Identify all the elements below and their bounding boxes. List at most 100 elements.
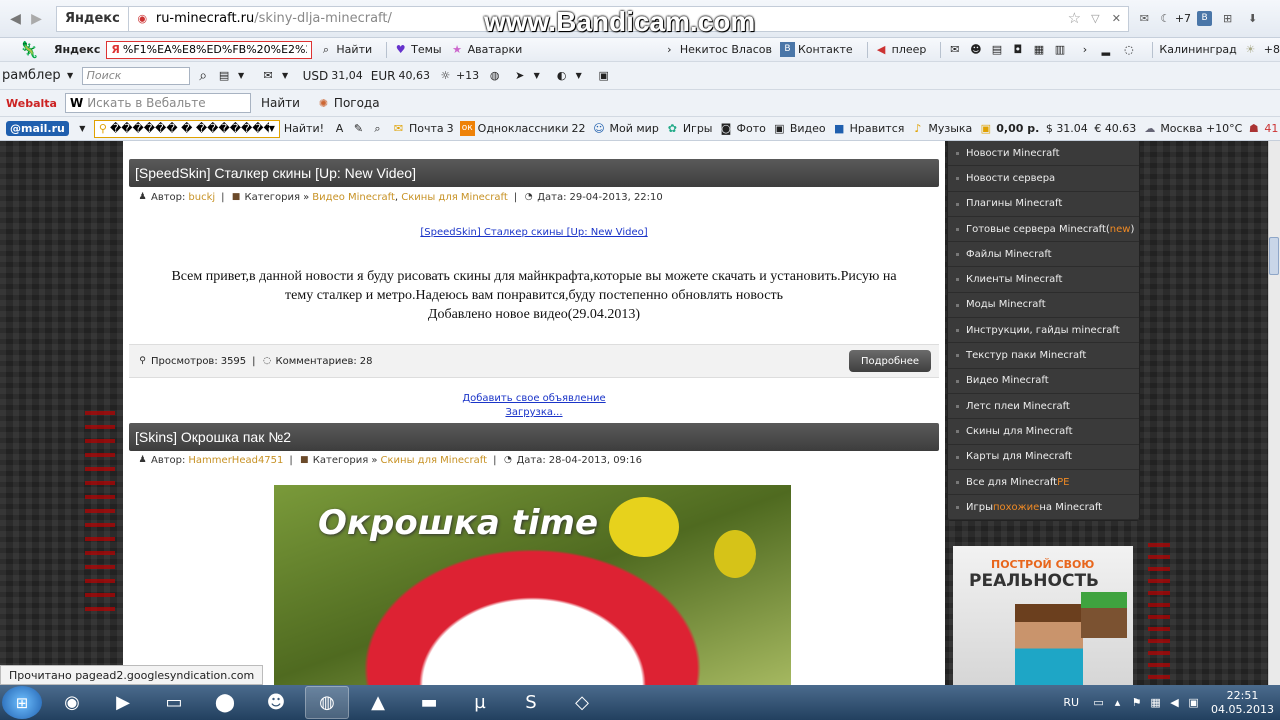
okroshka-image[interactable]: Окрошка time [274,485,791,685]
category-link[interactable]: Скины для Minecraft [381,455,488,466]
mailru-brand[interactable]: @mail.ru [6,121,69,136]
avatars-button[interactable]: ★ Аватарки [450,42,522,57]
games-button[interactable]: ✿ Игры [665,121,713,136]
sidebar-menu-item[interactable]: Видео Minecraft [948,369,1139,394]
bookmark-star-icon[interactable]: ☆ [1067,11,1082,26]
sidebar-menu-item[interactable]: Игры похожие на Minecraft [948,495,1139,521]
eur-rate[interactable]: EUR 40,63 [371,69,430,83]
yandex-search-input[interactable]: Я %F1%EA%E8%ED%FB%20%E2%20% [106,40,313,59]
folder-icon[interactable]: ▭ [152,686,196,719]
usd-rate[interactable]: $31.04 [1045,121,1088,136]
zoom-icon[interactable]: ⌕ [370,121,385,136]
book-icon[interactable]: ▤ [989,42,1004,57]
search-icon[interactable]: ⌕ [196,68,211,83]
download-icon[interactable]: ⬇ [1245,11,1260,26]
sidebar-menu-item[interactable]: Новости Minecraft [948,141,1139,167]
firefox-icon[interactable]: ◍ [305,686,349,719]
sidebar-menu-item[interactable]: Все для Minecraft PE [948,470,1139,496]
page-scrollbar[interactable] [1268,141,1280,685]
clock[interactable]: 22:51 04.05.2013 [1211,689,1274,717]
forward-icon[interactable]: ▶ [29,11,44,26]
sidebar-menu-item[interactable]: Готовые сервера Minecraft(new) [948,217,1139,243]
add-ad-link[interactable]: Добавить свое объявление [462,393,605,404]
webalta-search-input[interactable]: W Искать в Вебальте [64,93,251,113]
sidebar-menu-item[interactable]: Скины для Minecraft [948,419,1139,445]
network-icon[interactable]: ▦ [1148,695,1163,710]
sidebar-menu-item[interactable]: Инструкции, гайды minecraft [948,318,1139,344]
chevron-down-icon[interactable]: ▼ [571,68,586,83]
send-icon[interactable]: ➤ [512,68,527,83]
sidebar-menu-item[interactable]: Файлы Minecraft [948,242,1139,268]
start-button[interactable]: ⊞ [2,686,42,719]
bookmarks-icon[interactable]: ⊞ [1220,11,1235,26]
monitor-icon[interactable]: ▣ [1186,695,1201,710]
chrome-icon[interactable]: ◉ [50,686,94,719]
language-indicator[interactable]: RU [1063,696,1079,709]
console-app-icon[interactable]: ▬ [407,686,451,719]
yandex-logo[interactable]: Яндекс [56,5,129,32]
chevron-down-icon[interactable]: ▼ [529,68,544,83]
author-link[interactable]: buckj [188,192,215,203]
photo-button[interactable]: ◙ Фото [719,121,766,136]
loading-link[interactable]: Загрузка... [505,407,562,418]
mailru-search-input[interactable]: ⚲ ������ � ������� ▼ [93,119,280,138]
camera-icon[interactable]: ◘ [1010,42,1025,57]
document-icon[interactable]: ▥ [1052,42,1067,57]
chevron-down-icon[interactable]: ▼ [75,121,90,136]
sidebar-menu-item[interactable]: Текстур паки Minecraft [948,343,1139,369]
webalta-find-button[interactable]: Найти [261,96,300,110]
chat-icon[interactable]: ◌ [1121,42,1136,57]
skype-icon[interactable]: S [509,686,553,719]
ad-banner[interactable]: ПОСТРОЙ СВОЮ РЕАЛЬНОСТЬ [953,546,1133,685]
likes-button[interactable]: ■ Нравится [832,121,904,136]
volume-icon[interactable]: ◀ [1167,695,1182,710]
text-format-icon[interactable]: A [332,121,347,136]
article-title[interactable]: [Skins] Окрошка пак №2 [129,423,939,451]
globe-icon[interactable]: ◍ [487,68,502,83]
video-button[interactable]: ▣ Видео [772,121,826,136]
moon-icon[interactable]: ◐ [554,68,569,83]
mail-badge[interactable]: ☗ 41 [1246,121,1278,136]
avatar-app-icon[interactable]: ☻ [254,686,298,719]
weather-button[interactable]: ✺ Погода [316,96,380,111]
music-button[interactable]: ♪ Музыка [910,121,972,136]
flag-icon[interactable]: ⚑ [1129,695,1144,710]
scrollbar-thumb[interactable] [1269,237,1279,275]
sidebar-menu-item[interactable]: Летс плеи Minecraft [948,394,1139,420]
chevron-down-icon[interactable]: ▼ [278,68,293,83]
odnoklassniki-button[interactable]: ок Одноклассники 22 [459,121,586,136]
utorrent-icon[interactable]: µ [458,686,502,719]
mail-icon[interactable]: ✉ [1137,11,1152,26]
eur-rate[interactable]: €40.63 [1094,121,1136,136]
myworld-button[interactable]: ☺ Мой мир [592,121,659,136]
rambler-brand[interactable]: рамблер [2,68,61,83]
usd-rate[interactable]: USD 31,04 [303,69,363,83]
category-link[interactable]: Видео Minecraft [312,192,395,203]
pencil-icon[interactable]: ✎ [351,121,366,136]
sidebar-menu-item[interactable]: Карты для Minecraft [948,445,1139,470]
tv-icon[interactable]: ▣ [596,68,611,83]
flag-icon[interactable]: ▭ [1091,695,1106,710]
rambler-search-input[interactable]: Поиск [81,66,190,85]
address-bar[interactable]: ◉ ru-minecraft.ru /skiny-dlja-minecraft/… [128,5,1129,32]
sidebar-menu-item[interactable]: Новости сервера [948,166,1139,192]
card-icon[interactable]: ▦ [1031,42,1046,57]
glass-app-icon[interactable]: ◇ [560,686,604,719]
moon-icon[interactable]: ☾ [1158,11,1173,26]
balance-button[interactable]: ▣ 0,00 р. [978,121,1040,136]
dropdown-arrow-icon[interactable]: ▽ [1088,11,1103,26]
person-icon[interactable]: ☻ [968,42,983,57]
ball-app-icon[interactable]: ⬤ [203,686,247,719]
chevron-down-icon[interactable]: ▼ [63,68,78,83]
sidebar-menu-item[interactable]: Плагины Minecraft [948,192,1139,217]
category-link[interactable]: Скины для Minecraft [401,192,508,203]
read-more-button[interactable]: Подробнее [848,350,931,372]
themes-button[interactable]: ♥ Темы [393,42,442,57]
city-label[interactable]: Калининград [1159,43,1236,56]
more-arrow-icon[interactable]: › [1077,42,1092,57]
mail-icon[interactable]: ✉ [261,68,276,83]
sidebar-menu-item[interactable]: Клиенты Minecraft [948,267,1139,293]
article-title[interactable]: [SpeedSkin] Сталкер скины [Up: New Video… [129,159,939,187]
mailru-find-button[interactable]: Найти! [284,122,324,135]
chevron-up-icon[interactable]: ▴ [1110,695,1125,710]
